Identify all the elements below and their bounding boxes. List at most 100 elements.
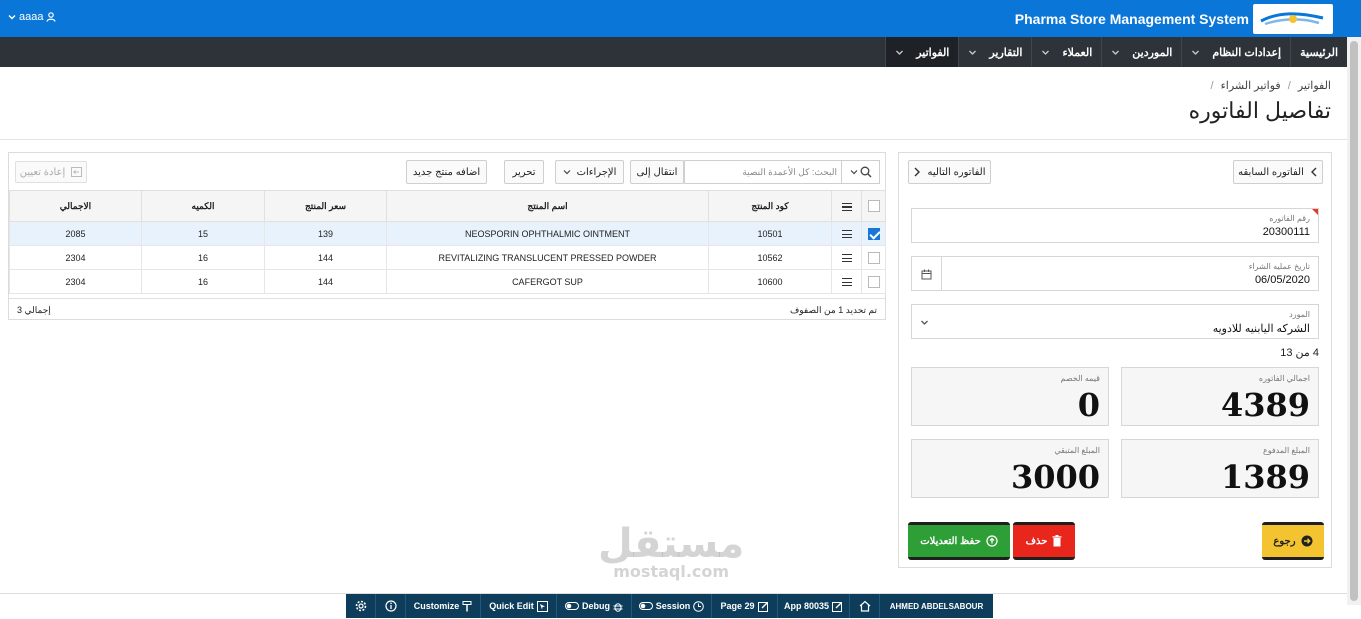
prev-invoice-button[interactable]: الفاتوره السابقه (1233, 160, 1323, 184)
nav-reports[interactable]: التقارير (958, 37, 1031, 67)
cell-price[interactable]: 144 (264, 245, 387, 270)
reset-button[interactable]: إعادة تعيين (15, 161, 87, 183)
user-menu[interactable]: aaaa (8, 11, 57, 23)
row-select-cell[interactable] (861, 269, 886, 294)
invoice-items-grid: البحث: كل الأعمدة النصية انتقال إلى الإج… (8, 152, 886, 320)
edit-button[interactable]: تحرير (504, 160, 544, 184)
column-header-total[interactable]: الاجمالي (9, 190, 142, 222)
breadcrumb-invoices[interactable]: الفواتير (1298, 80, 1331, 92)
select-all-checkbox[interactable] (867, 200, 880, 212)
cell-price[interactable]: 139 (264, 221, 387, 246)
delete-button[interactable]: حذف (1013, 522, 1075, 560)
toolbar-home-button[interactable] (850, 594, 880, 618)
breadcrumb-purchase-invoices[interactable]: فواتير الشراء (1221, 80, 1281, 92)
next-invoice-button[interactable]: الفاتوره التاليه (908, 160, 991, 184)
chevron-down-icon (1191, 48, 1200, 57)
toggle-icon (565, 602, 579, 610)
cell-total[interactable]: 2085 (9, 221, 142, 246)
supplier-select[interactable]: المورد الشركه اليابنيه للادويه (911, 304, 1319, 339)
column-header-qty[interactable]: الكميه (141, 190, 265, 222)
cell-total[interactable]: 2304 (9, 245, 142, 270)
search-input[interactable]: البحث: كل الأعمدة النصية (742, 167, 837, 178)
prev-invoice-label: الفاتوره السابقه (1238, 166, 1304, 178)
row-checkbox[interactable] (867, 275, 880, 288)
invoice-number-label: رقم الفاتوره (1269, 214, 1310, 223)
nav-customers[interactable]: العملاء (1031, 37, 1101, 67)
chevron-down-icon (968, 48, 977, 57)
arrow-circle-right-icon (1301, 535, 1313, 547)
table-row[interactable]: 10600 CAFERGOT SUP 144 16 2304 (9, 269, 886, 294)
cell-name[interactable]: CAFERGOT SUP (386, 269, 709, 294)
header-divider (0, 139, 1347, 140)
toolbar-quick-edit-button[interactable]: Quick Edit (481, 594, 557, 618)
app-logo[interactable] (1253, 4, 1333, 34)
save-changes-button[interactable]: حفظ التعديلات (908, 522, 1010, 560)
table-row[interactable]: 10562 REVITALIZING TRANSLUCENT PRESSED P… (9, 245, 886, 270)
table-row[interactable]: 10501 NEOSPORIN OPHTHALMIC OINTMENT 139 … (9, 221, 886, 246)
cell-name[interactable]: REVITALIZING TRANSLUCENT PRESSED POWDER (386, 245, 709, 270)
select-all-header[interactable] (861, 190, 886, 222)
nav-home[interactable]: الرئيسية (1290, 37, 1347, 67)
discount-value: 0 (1077, 386, 1100, 424)
column-header-name[interactable]: اسم المنتج (386, 190, 709, 222)
nav-system-settings[interactable]: إعدادات النظام (1181, 37, 1290, 67)
row-menu-icon[interactable] (841, 230, 852, 239)
toolbar-session-button[interactable]: Session (632, 594, 712, 618)
toolbar-app-button[interactable]: App 80035 (778, 594, 850, 618)
nav-label: التقارير (989, 46, 1023, 59)
nav-invoices[interactable]: الفواتير (885, 37, 959, 67)
back-button[interactable]: رجوع (1262, 522, 1324, 560)
page-scrollbar[interactable] (1347, 37, 1361, 605)
scrollbar-thumb[interactable] (1350, 41, 1358, 601)
chevron-down-icon (563, 168, 571, 176)
cell-total[interactable]: 2304 (9, 269, 142, 294)
clock-icon (693, 600, 705, 612)
search-column-button[interactable] (841, 161, 879, 183)
cursor-box-icon (536, 600, 548, 612)
customize-label: Customize (413, 601, 460, 611)
column-header-price[interactable]: سعر المنتج (264, 190, 387, 222)
grid-search[interactable]: البحث: كل الأعمدة النصية (684, 160, 880, 184)
row-checkbox[interactable] (867, 227, 880, 240)
add-product-button[interactable]: اضافه منتج جديد (406, 160, 487, 184)
cell-code[interactable]: 10600 (708, 269, 832, 294)
row-select-cell[interactable] (861, 221, 886, 246)
quick-edit-label: Quick Edit (489, 601, 534, 611)
nav-label: الموردين (1132, 46, 1173, 59)
row-select-cell[interactable] (861, 245, 886, 270)
row-menu-icon[interactable] (841, 278, 852, 287)
cell-name[interactable]: NEOSPORIN OPHTHALMIC OINTMENT (386, 221, 709, 246)
breadcrumb-separator: / (1210, 80, 1214, 92)
toolbar-customize-button[interactable]: Customize (406, 594, 481, 618)
row-menu-icon[interactable] (841, 254, 852, 263)
row-actions-header (831, 190, 862, 222)
cell-qty[interactable]: 16 (141, 245, 265, 270)
remaining-amount-value: 3000 (1010, 458, 1100, 496)
row-actions-cell[interactable] (831, 269, 862, 294)
row-checkbox[interactable] (867, 251, 880, 264)
watermark-text: مستقل (598, 521, 745, 567)
invoice-total-label: اجمالي الفاتوره (1258, 374, 1310, 383)
toolbar-debug-button[interactable]: Debug (557, 594, 632, 618)
invoice-number-field[interactable]: رقم الفاتوره 20300111 (911, 208, 1319, 243)
toolbar-page-button[interactable]: Page 29 (712, 594, 778, 618)
purchase-date-field[interactable]: تاريخ عمليه الشراء 06/05/2020 (911, 256, 1319, 291)
toolbar-settings-button[interactable] (346, 594, 376, 618)
row-actions-cell[interactable] (831, 221, 862, 246)
page-label: Page 29 (720, 601, 755, 611)
toolbar-info-button[interactable] (376, 594, 406, 618)
column-header-code[interactable]: كود المنتج (708, 190, 832, 222)
nav-suppliers[interactable]: الموردين (1101, 37, 1181, 67)
calendar-button[interactable] (912, 257, 942, 291)
cell-price[interactable]: 144 (264, 269, 387, 294)
app-title[interactable]: Pharma Store Management System (1015, 11, 1249, 27)
next-invoice-label: الفاتوره التاليه (927, 166, 986, 178)
table-header-row: كود المنتج اسم المنتج سعر المنتج الكميه … (9, 190, 886, 222)
actions-menu-button[interactable]: الإجراءات (555, 160, 624, 184)
cell-code[interactable]: 10501 (708, 221, 832, 246)
goto-button[interactable]: انتقال إلى (630, 160, 684, 184)
row-actions-cell[interactable] (831, 245, 862, 270)
cell-qty[interactable]: 16 (141, 269, 265, 294)
cell-qty[interactable]: 15 (141, 221, 265, 246)
cell-code[interactable]: 10562 (708, 245, 832, 270)
